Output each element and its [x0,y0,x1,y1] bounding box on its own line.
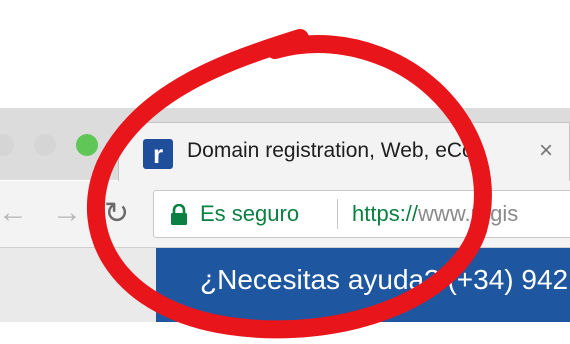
red-circle-annotation [87,29,492,339]
